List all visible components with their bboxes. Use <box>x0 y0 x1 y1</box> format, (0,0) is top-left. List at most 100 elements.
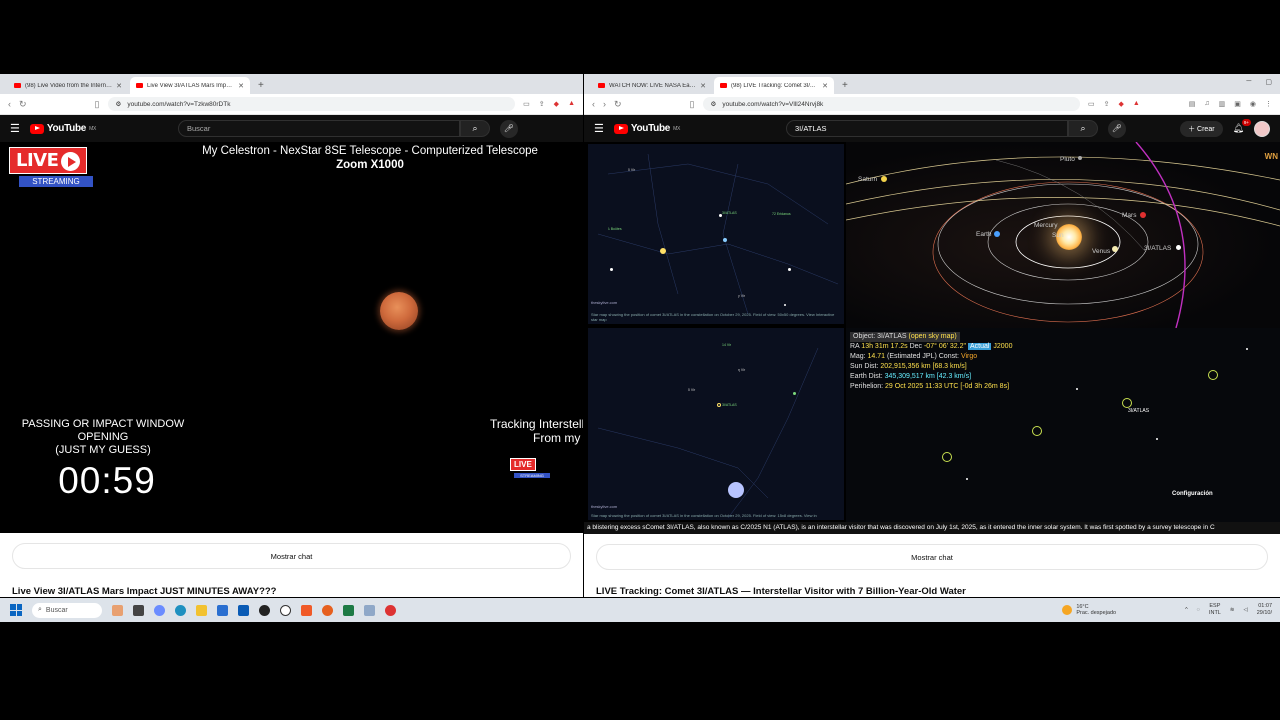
media-icon[interactable] <box>259 604 270 616</box>
tab-label: (98) LIVE Tracking: Comet 3I/... <box>731 82 816 89</box>
video-title: LIVE Tracking: Comet 3I/ATLAS — Interste… <box>596 586 966 597</box>
chevron-up-icon[interactable]: ^ <box>1185 607 1188 613</box>
live-label: LIVE <box>9 147 88 174</box>
youtube-favicon-icon <box>720 83 727 88</box>
extensions: ▭ ⇪ ◆ ▲ ▤ ♫ ▥ ▣ ◉ ⋮ <box>1088 100 1272 108</box>
reload-icon[interactable]: ↻ <box>19 99 27 110</box>
brave-shield-icon[interactable]: ◆ <box>554 100 559 108</box>
bookmark-icon[interactable]: ▯ <box>95 99 100 110</box>
close-icon[interactable]: ✕ <box>822 82 828 90</box>
planet-saturn <box>881 176 887 182</box>
forward-icon[interactable]: › <box>603 99 606 109</box>
microphone-icon[interactable]: 🎤︎ <box>1107 119 1126 138</box>
weather-widget[interactable]: 16°C Prac. despejado <box>1062 604 1116 616</box>
left-tab-1[interactable]: (98) Live Video from the International..… <box>8 77 128 94</box>
outlook-icon[interactable] <box>238 604 249 616</box>
edge-icon[interactable] <box>175 604 186 616</box>
microphone-icon[interactable]: 🎤︎ <box>499 119 518 138</box>
minimize-icon[interactable]: ─ <box>1246 78 1251 86</box>
network-icon[interactable]: ◌ <box>1197 607 1200 613</box>
copilot-icon[interactable] <box>154 604 165 616</box>
brave-icon[interactable] <box>301 604 312 616</box>
sky-label: 3I/ATLAS <box>722 211 737 215</box>
left-tab-2[interactable]: Live View 3I/ATLAS Mars Impact... ✕ <box>130 77 250 94</box>
open-sky-map-link[interactable]: (open sky map) <box>909 333 957 340</box>
notifications-icon[interactable]: 🔔︎ 9+ <box>1233 119 1251 134</box>
clock[interactable]: 01:07 29/10/ <box>1257 603 1272 617</box>
tracking-text: Tracking Interstell From my <box>490 417 583 445</box>
widgets-icon[interactable] <box>112 604 123 616</box>
tracking-info-panel: 3I/ATLAS Object: 3I/ATLAS (open sky map)… <box>846 328 1280 522</box>
sky-label: 14 Vir <box>722 343 732 347</box>
maximize-icon[interactable]: ▢ <box>1265 78 1272 86</box>
start-icon[interactable] <box>10 604 22 616</box>
file-explorer-icon[interactable] <box>196 604 207 616</box>
avatar[interactable] <box>1254 120 1270 137</box>
right-video-player[interactable]: 3I/ATLAS λ Boötes 72 Eridanus δ Vir γ Vi… <box>584 142 1280 534</box>
passing-line2: OPENING <box>77 431 129 443</box>
menu-icon[interactable]: ☰ <box>10 122 20 135</box>
excel-icon[interactable] <box>343 604 354 616</box>
sky-map-caption: Star map showing the position of comet 3… <box>591 312 835 322</box>
more-icon[interactable]: ⋮ <box>1265 100 1272 108</box>
brave-shield-icon[interactable]: ◆ <box>1118 100 1123 108</box>
left-video-player[interactable]: LIVE STREAMING My Celestron - NexStar 8S… <box>0 142 583 533</box>
left-url-field[interactable]: ⚙ youtube.com/watch?v=Tzkw80rDTk <box>107 97 516 111</box>
app-icon[interactable] <box>364 604 375 616</box>
streaming-label: STREAMING <box>19 176 93 187</box>
music-icon[interactable]: ♫ <box>1204 100 1209 108</box>
back-icon[interactable]: ‹ <box>592 99 595 109</box>
cast-icon[interactable]: ▭ <box>1088 100 1095 108</box>
search-icon[interactable]: ⌕ <box>459 120 490 137</box>
create-button[interactable]: ＋ Crear <box>1180 120 1223 137</box>
language-indicator[interactable]: ESP INTL <box>1209 603 1221 617</box>
rewards-icon[interactable]: ▲ <box>568 100 575 108</box>
sidebar-icon[interactable]: ▤ <box>1189 100 1196 108</box>
share-icon[interactable]: ⇪ <box>539 100 545 108</box>
task-view-icon[interactable] <box>133 604 144 616</box>
close-icon[interactable]: ✕ <box>700 82 706 90</box>
planet-mars <box>1140 212 1146 218</box>
search-icon: ⌕ <box>38 606 42 613</box>
firefox-icon[interactable] <box>322 604 333 616</box>
close-icon[interactable]: ✕ <box>116 82 122 90</box>
right-url-field[interactable]: ⚙ youtube.com/watch?v=Vlll24Nrvj8k <box>702 97 1080 111</box>
right-tab-1[interactable]: WATCH NOW: LIVE NASA Earth F... ✕ <box>592 77 712 94</box>
star <box>793 392 796 395</box>
profile-icon[interactable]: ◉ <box>1250 100 1256 108</box>
volume-icon[interactable]: ◁ <box>1243 607 1247 613</box>
right-search-input[interactable]: 3I/ATLAS <box>785 120 1068 137</box>
site-info-icon[interactable]: ⚙ <box>116 100 122 108</box>
close-icon[interactable]: ✕ <box>238 82 244 90</box>
streaming-mini-label: STREAMING <box>514 473 550 478</box>
store-icon[interactable] <box>217 604 228 616</box>
share-icon[interactable]: ⇪ <box>1104 100 1110 108</box>
bookmark-icon[interactable]: ▯ <box>690 99 695 110</box>
search-icon[interactable]: ⌕ <box>1067 120 1098 137</box>
windows-taskbar: ⌕ Buscar 16°C Prac. despejado ^ ◌ ESP IN… <box>0 598 1280 622</box>
wifi-icon[interactable]: ≋ <box>1230 607 1235 613</box>
wallet-icon[interactable]: ▣ <box>1234 100 1241 108</box>
new-tab-icon[interactable]: + <box>836 77 854 94</box>
right-tab-2[interactable]: (98) LIVE Tracking: Comet 3I/... ✕ <box>714 77 834 94</box>
cast-icon[interactable]: ▭ <box>523 100 530 108</box>
show-chat-button[interactable]: Mostrar chat <box>596 544 1268 570</box>
youtube-logo[interactable]: YouTube MX <box>29 123 96 134</box>
dell-icon[interactable] <box>280 604 291 616</box>
star <box>1122 398 1132 408</box>
site-info-icon[interactable]: ⚙ <box>711 100 717 108</box>
youtube-logo[interactable]: YouTube MX <box>613 123 680 134</box>
chrome-icon[interactable] <box>385 604 396 616</box>
taskbar-search-input[interactable]: ⌕ Buscar <box>32 602 102 618</box>
show-chat-button[interactable]: Mostrar chat <box>12 543 571 569</box>
new-tab-icon[interactable]: + <box>252 77 270 94</box>
youtube-play-icon <box>29 123 44 134</box>
config-label[interactable]: Configuración <box>1172 491 1213 497</box>
reload-icon[interactable]: ↻ <box>614 99 622 110</box>
rewards-icon[interactable]: ▲ <box>1133 100 1140 108</box>
reading-list-icon[interactable]: ▥ <box>1219 100 1226 108</box>
back-icon[interactable]: ‹ <box>8 99 11 109</box>
left-browser-window: (98) Live Video from the International..… <box>0 74 583 597</box>
left-search-input[interactable]: Buscar <box>177 120 460 137</box>
menu-icon[interactable]: ☰ <box>594 122 604 135</box>
